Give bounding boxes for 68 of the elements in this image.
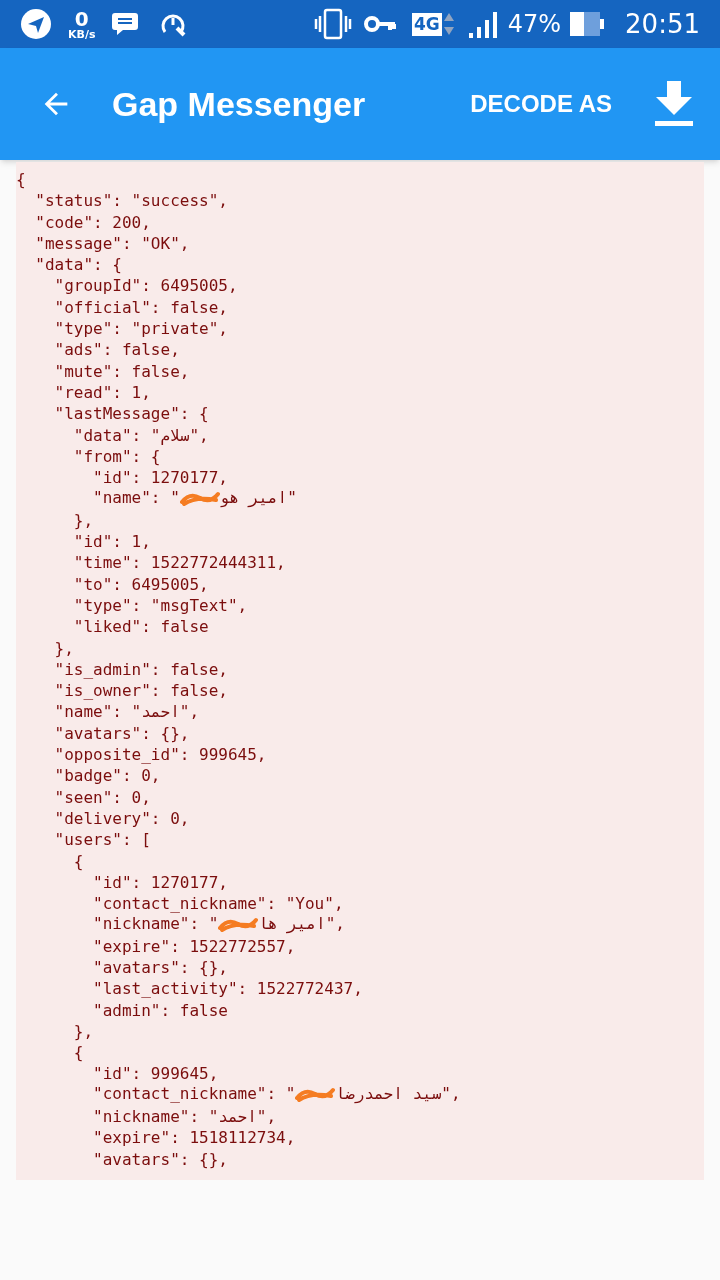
code-line: "is_owner": false, <box>53 680 229 701</box>
code-line: { <box>72 1042 85 1063</box>
network-badge: 4G <box>411 12 442 36</box>
code-line: }, <box>72 1020 95 1042</box>
code-line: }, <box>53 637 75 658</box>
app-title: Gap Messenger <box>112 83 366 125</box>
code-line: { <box>72 850 85 871</box>
code-line: "id": 1, <box>72 531 152 552</box>
code-line: "id": 1270177, <box>92 467 229 488</box>
code-line: "type": "private", <box>53 318 229 339</box>
code-line: "expire": 1518112734, <box>92 1127 297 1148</box>
code-line: "code": 200, <box>34 211 152 232</box>
signal-icon <box>467 9 500 39</box>
code-line: "type": "msgText", <box>72 594 249 616</box>
code-line: "official": false, <box>53 296 229 318</box>
code-line: "badge": 0, <box>53 765 162 786</box>
vibrate-icon <box>313 8 352 40</box>
code-line: "avatars": {}, <box>53 722 191 743</box>
code-line: "name": "احمد", <box>53 701 201 722</box>
code-line: "avatars": {}, <box>92 1148 229 1169</box>
code-line: "opposite_id": 999645, <box>53 744 268 765</box>
code-line: "groupId": 6495005, <box>53 275 239 296</box>
code-line: "expire": 1522772557, <box>92 935 297 956</box>
key-icon <box>363 15 396 33</box>
redaction-scribble-icon <box>218 916 259 933</box>
code-line: "data": { <box>34 254 123 275</box>
paper-plane-icon <box>20 8 52 40</box>
code-line: "time": 1522772444311, <box>72 552 287 573</box>
code-line: "ads": false, <box>53 339 181 360</box>
decode-as-button[interactable]: DECODE AS <box>470 86 612 122</box>
code-line: "to": 6495005, <box>72 573 210 594</box>
code-line: { <box>16 169 27 190</box>
code-line: "lastMessage": { <box>53 403 210 424</box>
code-line: "is_admin": false, <box>53 658 229 680</box>
message-icon <box>111 11 140 37</box>
speed-unit: KB/s <box>68 28 96 40</box>
code-line: "read": 1, <box>53 381 152 403</box>
code-line: "liked": false <box>72 616 210 637</box>
code-line: "contact_nickname": " <box>92 1083 296 1106</box>
clock: 20:51 <box>625 7 700 41</box>
code-line: "admin": false <box>92 999 229 1020</box>
battery-percent: 47% <box>507 9 562 40</box>
code-line: "mute": false, <box>53 360 191 381</box>
code-line: "status": "success", <box>34 190 229 211</box>
code-line: "seen": 0, <box>53 786 152 807</box>
code-line: "message": "OK", <box>34 232 191 254</box>
code-line: "avatars": {}, <box>92 957 229 978</box>
code-line: "nickname": " <box>92 913 219 936</box>
code-line: "nickname": "احمد", <box>92 1106 278 1127</box>
code-line: "id": 999645, <box>92 1063 220 1084</box>
speed-value: 0 <box>74 8 89 29</box>
code-line: "delivery": 0, <box>53 807 191 829</box>
code-line: "users": [ <box>53 829 152 850</box>
download-icon <box>654 81 694 127</box>
code-line: امیر هو" <box>219 487 297 510</box>
code-line: "id": 1270177, <box>92 871 229 893</box>
code-line: "from": { <box>72 445 162 467</box>
download-button[interactable] <box>652 79 696 129</box>
code-line: سید احمدرضا", <box>335 1083 461 1106</box>
redaction-scribble-icon <box>295 1086 336 1103</box>
code-line: "contact_nickname": "You", <box>92 893 345 914</box>
code-line: امیر ها", <box>258 913 345 936</box>
code-line: }, <box>72 509 95 531</box>
redaction-scribble-icon <box>179 490 220 507</box>
battery-icon <box>569 11 606 37</box>
code-line: "name": " <box>92 487 180 510</box>
code-line: "data": "سلام", <box>72 424 210 445</box>
code-line: "last_activity": 1522772437, <box>92 978 364 999</box>
